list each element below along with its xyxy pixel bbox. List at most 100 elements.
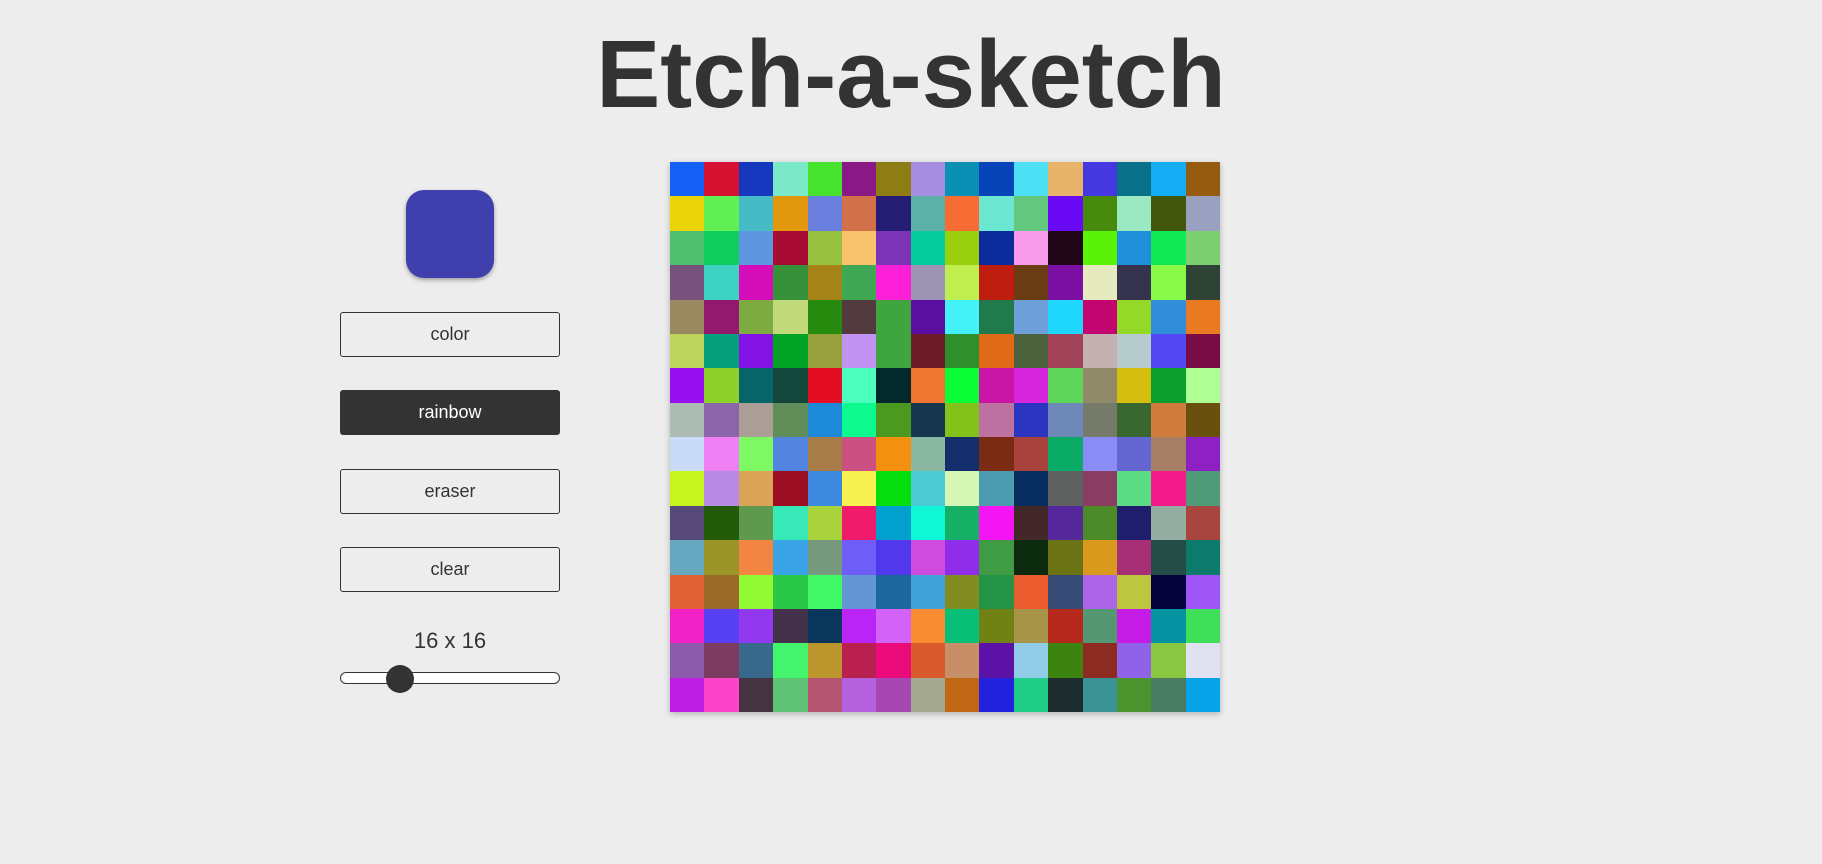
grid-cell[interactable]	[1048, 265, 1083, 300]
grid-cell[interactable]	[738, 162, 774, 197]
grid-cell[interactable]	[876, 299, 911, 334]
grid-cell[interactable]	[841, 574, 877, 609]
color-button[interactable]: color	[340, 312, 560, 357]
grid-cell[interactable]	[876, 265, 911, 300]
grid-cell[interactable]	[876, 677, 911, 712]
grid-cell[interactable]	[1116, 574, 1152, 609]
grid-cell[interactable]	[1013, 299, 1049, 334]
grid-cell[interactable]	[1116, 299, 1152, 334]
grid-cell[interactable]	[910, 643, 945, 678]
grid-cell[interactable]	[704, 471, 739, 506]
grid-cell[interactable]	[945, 677, 980, 712]
grid-cell[interactable]	[738, 437, 774, 472]
grid-cell[interactable]	[979, 230, 1014, 266]
grid-cell[interactable]	[1151, 505, 1186, 541]
grid-cell[interactable]	[979, 540, 1014, 575]
grid-cell[interactable]	[704, 608, 739, 644]
grid-cell[interactable]	[773, 402, 808, 437]
grid-cell[interactable]	[1151, 574, 1186, 609]
grid-cell[interactable]	[979, 574, 1014, 609]
grid-cell[interactable]	[773, 677, 808, 712]
grid-cell[interactable]	[773, 471, 808, 506]
grid-cell[interactable]	[807, 265, 842, 300]
grid-cell[interactable]	[1116, 230, 1152, 266]
grid-cell[interactable]	[1185, 333, 1220, 369]
grid-cell[interactable]	[945, 505, 980, 541]
grid-cell[interactable]	[876, 437, 911, 472]
grid-cell[interactable]	[1185, 437, 1220, 472]
grid-cell[interactable]	[1151, 608, 1186, 644]
grid-cell[interactable]	[773, 230, 808, 266]
grid-cell[interactable]	[910, 437, 945, 472]
grid-cell[interactable]	[979, 299, 1014, 334]
grid-cell[interactable]	[738, 230, 774, 266]
grid-cell[interactable]	[807, 162, 842, 197]
grid-cell[interactable]	[876, 574, 911, 609]
grid-cell[interactable]	[738, 608, 774, 644]
grid-cell[interactable]	[979, 437, 1014, 472]
grid-cell[interactable]	[1013, 402, 1049, 437]
grid-cell[interactable]	[1151, 333, 1186, 369]
grid-cell[interactable]	[1116, 402, 1152, 437]
grid-cell[interactable]	[1013, 368, 1049, 403]
grid-cell[interactable]	[704, 230, 739, 266]
grid-cell[interactable]	[1082, 265, 1117, 300]
grid-cell[interactable]	[704, 505, 739, 541]
grid-cell[interactable]	[1116, 265, 1152, 300]
grid-cell[interactable]	[1048, 230, 1083, 266]
grid-cell[interactable]	[1013, 196, 1049, 231]
grid-cell[interactable]	[704, 574, 739, 609]
grid-cell[interactable]	[1013, 162, 1049, 197]
grid-cell[interactable]	[1116, 540, 1152, 575]
grid-cell[interactable]	[807, 677, 842, 712]
grid-cell[interactable]	[807, 505, 842, 541]
grid-cell[interactable]	[1185, 608, 1220, 644]
grid-cell[interactable]	[979, 196, 1014, 231]
grid-cell[interactable]	[910, 471, 945, 506]
grid-cell[interactable]	[1151, 368, 1186, 403]
grid-cell[interactable]	[841, 608, 877, 644]
grid-cell[interactable]	[1082, 162, 1117, 197]
grid-cell[interactable]	[670, 333, 705, 369]
grid-cell[interactable]	[738, 505, 774, 541]
grid-cell[interactable]	[876, 368, 911, 403]
grid-cell[interactable]	[979, 402, 1014, 437]
grid-cell[interactable]	[841, 196, 877, 231]
grid-cell[interactable]	[738, 299, 774, 334]
grid-cell[interactable]	[910, 574, 945, 609]
grid-cell[interactable]	[910, 540, 945, 575]
grid-cell[interactable]	[910, 196, 945, 231]
grid-cell[interactable]	[841, 677, 877, 712]
grid-cell[interactable]	[876, 540, 911, 575]
grid-cell[interactable]	[841, 162, 877, 197]
grid-cell[interactable]	[1185, 196, 1220, 231]
grid-cell[interactable]	[670, 677, 705, 712]
grid-cell[interactable]	[1116, 643, 1152, 678]
grid-cell[interactable]	[807, 437, 842, 472]
grid-cell[interactable]	[807, 540, 842, 575]
grid-cell[interactable]	[773, 162, 808, 197]
grid-cell[interactable]	[1151, 540, 1186, 575]
grid-cell[interactable]	[1082, 505, 1117, 541]
grid-cell[interactable]	[738, 333, 774, 369]
grid-cell[interactable]	[1082, 471, 1117, 506]
grid-cell[interactable]	[1082, 333, 1117, 369]
grid-cell[interactable]	[704, 437, 739, 472]
grid-cell[interactable]	[670, 608, 705, 644]
grid-cell[interactable]	[807, 608, 842, 644]
grid-cell[interactable]	[670, 162, 705, 197]
grid-cell[interactable]	[1185, 643, 1220, 678]
grid-cell[interactable]	[1082, 196, 1117, 231]
grid-cell[interactable]	[704, 677, 739, 712]
grid-cell[interactable]	[738, 540, 774, 575]
grid-cell[interactable]	[841, 265, 877, 300]
grid-cell[interactable]	[1013, 540, 1049, 575]
grid-cell[interactable]	[704, 196, 739, 231]
grid-cell[interactable]	[773, 299, 808, 334]
grid-cell[interactable]	[807, 230, 842, 266]
grid-cell[interactable]	[704, 540, 739, 575]
grid-cell[interactable]	[910, 402, 945, 437]
grid-cell[interactable]	[876, 162, 911, 197]
grid-cell[interactable]	[876, 402, 911, 437]
grid-cell[interactable]	[670, 368, 705, 403]
